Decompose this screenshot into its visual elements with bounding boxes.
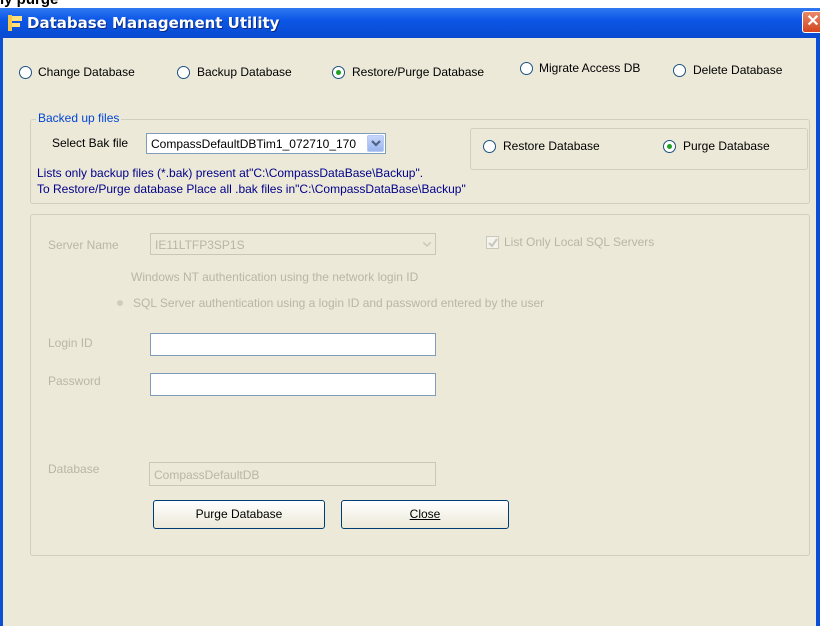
radio-delete-database[interactable] xyxy=(673,64,686,77)
radio-migrate-access-db-label[interactable]: Migrate Access DB xyxy=(539,61,640,75)
app-icon xyxy=(8,15,22,31)
radio-backup-database[interactable] xyxy=(177,66,190,79)
database-field[interactable]: CompassDefaultDB xyxy=(149,462,436,486)
close-window-button[interactable]: ✕ xyxy=(802,11,820,33)
password-label: Password xyxy=(48,374,101,388)
server-name-select[interactable]: IE11LTFP3SP1S xyxy=(150,233,436,255)
radio-restore-purge-database-label[interactable]: Restore/Purge Database xyxy=(352,65,484,79)
select-bak-file-label: Select Bak file xyxy=(52,136,129,150)
restore-instructions-info: To Restore/Purge database Place all .bak… xyxy=(37,182,466,196)
backed-up-files-legend: Backed up files xyxy=(36,111,122,125)
database-label: Database xyxy=(48,462,100,476)
radio-change-database-label[interactable]: Change Database xyxy=(38,65,135,79)
radio-purge-database-label[interactable]: Purge Database xyxy=(683,139,770,153)
bak-file-select-value: CompassDefaultDBTim1_072710_170 xyxy=(151,137,357,151)
purge-database-button[interactable]: Purge Database xyxy=(153,500,325,529)
server-name-label: Server Name xyxy=(48,238,119,252)
windows-auth-option[interactable]: Windows NT authentication using the netw… xyxy=(131,270,418,284)
login-id-label: Login ID xyxy=(48,336,93,350)
bak-file-select[interactable]: CompassDefaultDBTim1_072710_170 xyxy=(146,133,386,154)
dropdown-button[interactable] xyxy=(367,135,384,152)
chevron-down-icon xyxy=(371,140,381,147)
radio-restore-database-label[interactable]: Restore Database xyxy=(503,139,600,153)
password-input[interactable] xyxy=(150,373,436,396)
close-icon: ✕ xyxy=(806,13,820,30)
backup-location-info: Lists only backup files (*.bak) present … xyxy=(37,166,424,180)
radio-restore-database[interactable] xyxy=(483,140,496,153)
server-name-value: IE11LTFP3SP1S xyxy=(155,238,245,252)
list-local-servers-checkbox[interactable] xyxy=(486,236,499,249)
checkmark-icon xyxy=(488,238,498,248)
radio-migrate-access-db[interactable] xyxy=(520,62,533,75)
window-title: Database Management Utility xyxy=(27,14,280,32)
radio-restore-purge-database[interactable] xyxy=(332,66,345,79)
radio-backup-database-label[interactable]: Backup Database xyxy=(197,65,292,79)
login-id-input[interactable] xyxy=(150,333,436,356)
sql-auth-radio[interactable] xyxy=(117,300,123,306)
radio-change-database[interactable] xyxy=(19,66,32,79)
list-local-servers-label[interactable]: List Only Local SQL Servers xyxy=(504,235,654,249)
chevron-down-icon xyxy=(423,242,431,248)
radio-delete-database-label[interactable]: Delete Database xyxy=(693,63,782,77)
window-frame-right xyxy=(816,38,820,626)
radio-purge-database[interactable] xyxy=(663,140,676,153)
database-value: CompassDefaultDB xyxy=(154,468,260,482)
close-button[interactable]: Close xyxy=(341,500,509,529)
sql-auth-option[interactable]: SQL Server authentication using a login … xyxy=(133,296,544,310)
close-button-label: Close xyxy=(409,507,441,521)
top-caption: ly purge xyxy=(0,0,58,8)
